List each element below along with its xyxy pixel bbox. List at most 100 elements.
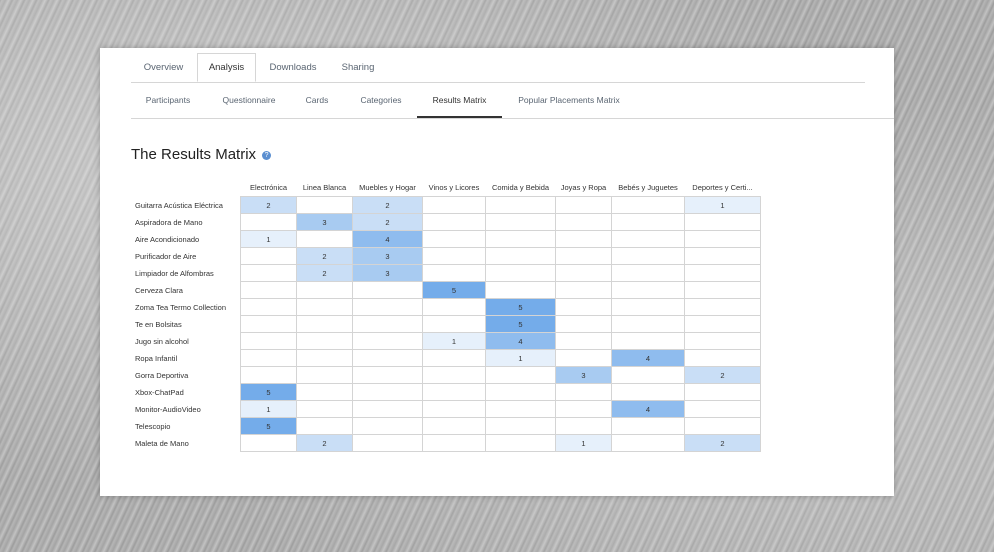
- matrix-cell[interactable]: [555, 230, 612, 248]
- matrix-cell[interactable]: [555, 332, 612, 350]
- matrix-cell[interactable]: [684, 281, 761, 299]
- matrix-cell[interactable]: [611, 332, 685, 350]
- matrix-cell[interactable]: 5: [485, 298, 556, 316]
- matrix-cell[interactable]: [611, 213, 685, 231]
- matrix-cell[interactable]: 2: [296, 434, 353, 452]
- matrix-cell[interactable]: [296, 315, 353, 333]
- matrix-cell[interactable]: [352, 332, 423, 350]
- matrix-cell[interactable]: [684, 264, 761, 282]
- matrix-cell[interactable]: 3: [296, 213, 353, 231]
- matrix-cell[interactable]: 1: [684, 196, 761, 214]
- matrix-cell[interactable]: 1: [485, 349, 556, 367]
- matrix-cell[interactable]: [611, 281, 685, 299]
- matrix-cell[interactable]: 2: [352, 196, 423, 214]
- matrix-cell[interactable]: [485, 247, 556, 265]
- matrix-cell[interactable]: [296, 281, 353, 299]
- subtab-participants[interactable]: Participants: [131, 82, 205, 117]
- matrix-cell[interactable]: [555, 247, 612, 265]
- matrix-cell[interactable]: 2: [296, 264, 353, 282]
- matrix-cell[interactable]: [296, 196, 353, 214]
- help-icon[interactable]: ?: [262, 150, 272, 160]
- matrix-cell[interactable]: [485, 213, 556, 231]
- matrix-cell[interactable]: 5: [422, 281, 486, 299]
- matrix-cell[interactable]: 2: [240, 196, 297, 214]
- matrix-cell[interactable]: [240, 281, 297, 299]
- matrix-cell[interactable]: [422, 366, 486, 384]
- matrix-cell[interactable]: [555, 400, 612, 418]
- matrix-cell[interactable]: [684, 298, 761, 316]
- matrix-cell[interactable]: [555, 315, 612, 333]
- matrix-cell[interactable]: [485, 264, 556, 282]
- matrix-cell[interactable]: [240, 434, 297, 452]
- matrix-cell[interactable]: 4: [611, 349, 685, 367]
- matrix-cell[interactable]: [485, 196, 556, 214]
- matrix-cell[interactable]: [240, 298, 297, 316]
- subtab-questionnaire[interactable]: Questionnaire: [209, 82, 289, 117]
- matrix-cell[interactable]: [352, 281, 423, 299]
- matrix-cell[interactable]: [485, 281, 556, 299]
- matrix-cell[interactable]: [611, 315, 685, 333]
- matrix-cell[interactable]: [611, 383, 685, 401]
- matrix-cell[interactable]: [611, 417, 685, 435]
- matrix-cell[interactable]: [352, 349, 423, 367]
- matrix-cell[interactable]: [684, 230, 761, 248]
- matrix-cell[interactable]: [555, 196, 612, 214]
- matrix-cell[interactable]: [352, 417, 423, 435]
- subtab-popular-placements-matrix[interactable]: Popular Placements Matrix: [509, 82, 629, 117]
- matrix-cell[interactable]: [240, 264, 297, 282]
- tab-overview[interactable]: Overview: [131, 53, 196, 82]
- matrix-cell[interactable]: 2: [684, 434, 761, 452]
- tab-analysis[interactable]: Analysis: [197, 53, 256, 82]
- matrix-cell[interactable]: 5: [485, 315, 556, 333]
- matrix-cell[interactable]: [422, 315, 486, 333]
- matrix-cell[interactable]: [611, 230, 685, 248]
- matrix-cell[interactable]: 5: [240, 417, 297, 435]
- matrix-cell[interactable]: [422, 264, 486, 282]
- matrix-cell[interactable]: 2: [296, 247, 353, 265]
- matrix-cell[interactable]: [555, 213, 612, 231]
- matrix-cell[interactable]: [684, 315, 761, 333]
- matrix-cell[interactable]: [422, 196, 486, 214]
- matrix-cell[interactable]: [352, 298, 423, 316]
- matrix-cell[interactable]: 3: [555, 366, 612, 384]
- matrix-cell[interactable]: [352, 383, 423, 401]
- matrix-cell[interactable]: [422, 434, 486, 452]
- matrix-cell[interactable]: [240, 349, 297, 367]
- matrix-cell[interactable]: [422, 400, 486, 418]
- matrix-cell[interactable]: [485, 417, 556, 435]
- matrix-cell[interactable]: [555, 264, 612, 282]
- matrix-cell[interactable]: [684, 247, 761, 265]
- matrix-cell[interactable]: [485, 366, 556, 384]
- matrix-cell[interactable]: [422, 247, 486, 265]
- matrix-cell[interactable]: 1: [240, 230, 297, 248]
- matrix-cell[interactable]: [485, 383, 556, 401]
- matrix-cell[interactable]: 3: [352, 264, 423, 282]
- matrix-cell[interactable]: [684, 213, 761, 231]
- matrix-cell[interactable]: [485, 400, 556, 418]
- matrix-cell[interactable]: 2: [352, 213, 423, 231]
- matrix-cell[interactable]: [240, 247, 297, 265]
- matrix-cell[interactable]: [555, 417, 612, 435]
- matrix-cell[interactable]: [240, 213, 297, 231]
- matrix-cell[interactable]: 1: [555, 434, 612, 452]
- matrix-cell[interactable]: [296, 298, 353, 316]
- matrix-cell[interactable]: [611, 264, 685, 282]
- matrix-cell[interactable]: [296, 230, 353, 248]
- matrix-cell[interactable]: 3: [352, 247, 423, 265]
- matrix-cell[interactable]: 5: [240, 383, 297, 401]
- matrix-cell[interactable]: [296, 332, 353, 350]
- matrix-cell[interactable]: [485, 230, 556, 248]
- matrix-cell[interactable]: [240, 332, 297, 350]
- matrix-cell[interactable]: 4: [611, 400, 685, 418]
- matrix-cell[interactable]: [684, 332, 761, 350]
- subtab-cards[interactable]: Cards: [296, 82, 338, 117]
- matrix-cell[interactable]: [555, 298, 612, 316]
- matrix-cell[interactable]: [296, 400, 353, 418]
- matrix-cell[interactable]: [422, 230, 486, 248]
- matrix-cell[interactable]: [684, 349, 761, 367]
- matrix-cell[interactable]: [296, 366, 353, 384]
- matrix-cell[interactable]: [555, 349, 612, 367]
- subtab-categories[interactable]: Categories: [351, 82, 411, 117]
- matrix-cell[interactable]: [240, 315, 297, 333]
- matrix-cell[interactable]: [296, 417, 353, 435]
